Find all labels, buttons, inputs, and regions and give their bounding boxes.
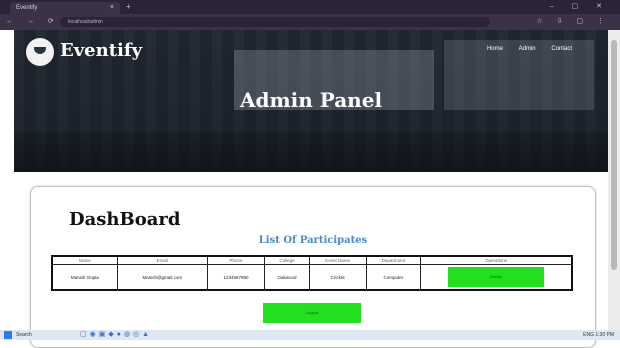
browser-tab-bar: Eventify × + – ▢ ✕	[0, 0, 620, 14]
nav-link-contact[interactable]: Contact	[551, 46, 572, 52]
address-bar-row: ← → ⟳ localhost/admin ☆ ⇩ ▢ ⋮	[0, 14, 620, 30]
page-scrollbar[interactable]	[608, 30, 620, 330]
hero-banner: Eventify Home Admin Contact Admin Panel	[14, 30, 608, 172]
cell-operations: Delete	[420, 264, 573, 291]
column-header-phone: Phone	[206, 255, 266, 265]
brand-name[interactable]: Eventify	[60, 40, 142, 61]
nav-link-home[interactable]: Home	[487, 46, 503, 52]
column-header-name: Name	[51, 255, 118, 265]
column-header-college: College	[264, 255, 310, 265]
background-shade	[14, 132, 608, 172]
cell-college: Oakwood	[264, 264, 310, 291]
column-header-event: Event Name	[308, 255, 367, 265]
dashboard-title: DashBoard	[69, 209, 181, 230]
logout-button[interactable]: Logout	[263, 303, 361, 323]
cell-email: Manish@gmail.com	[116, 264, 208, 291]
cell-event: Cricket	[308, 264, 367, 291]
browser-tab[interactable]: Eventify ×	[10, 2, 120, 14]
cell-name: Manish Gupta	[51, 264, 118, 291]
taskbar-search[interactable]: Search	[16, 332, 32, 338]
participants-table: Name Email Phone College Event Name Depa…	[51, 255, 573, 291]
dashboard-card: DashBoard List Of Participates Name Emai…	[30, 186, 596, 348]
scrollbar-thumb[interactable]	[611, 40, 617, 270]
participants-list-title: List Of Participates	[258, 235, 368, 246]
window-controls[interactable]: – ▢ ✕	[550, 2, 610, 10]
toolbar-icons[interactable]: ☆ ⇩ ▢ ⋮	[536, 17, 610, 25]
cell-department: Computer	[365, 264, 422, 291]
system-tray[interactable]: ENG 1:30 PM	[583, 332, 614, 338]
column-header-email: Email	[116, 255, 208, 265]
table-row: Manish Gupta Manish@gmail.com 1234567890…	[51, 264, 573, 291]
table-header-row: Name Email Phone College Event Name Depa…	[51, 255, 573, 265]
close-tab-icon[interactable]: ×	[110, 2, 114, 14]
page-title: Admin Panel	[239, 88, 383, 112]
nav-link-admin[interactable]: Admin	[519, 46, 536, 52]
cell-phone: 1234567890	[206, 264, 266, 291]
browser-tab-title: Eventify	[16, 5, 38, 11]
column-header-department: Department	[365, 255, 422, 265]
taskbar-app-icons[interactable]: ▢◉▣◆●◍◎▲	[80, 331, 152, 339]
navigation-buttons[interactable]: ← → ⟳	[6, 17, 60, 25]
start-menu-icon[interactable]	[4, 331, 12, 339]
top-navigation: Home Admin Contact	[473, 46, 572, 52]
new-tab-icon[interactable]: +	[126, 2, 131, 12]
url-input[interactable]: localhost/admin	[60, 17, 490, 27]
os-taskbar: Search ▢◉▣◆●◍◎▲ ENG 1:30 PM	[0, 330, 620, 340]
column-header-operations: Operations	[420, 255, 573, 265]
logo-icon[interactable]	[26, 38, 54, 66]
delete-button[interactable]: Delete	[448, 267, 544, 287]
